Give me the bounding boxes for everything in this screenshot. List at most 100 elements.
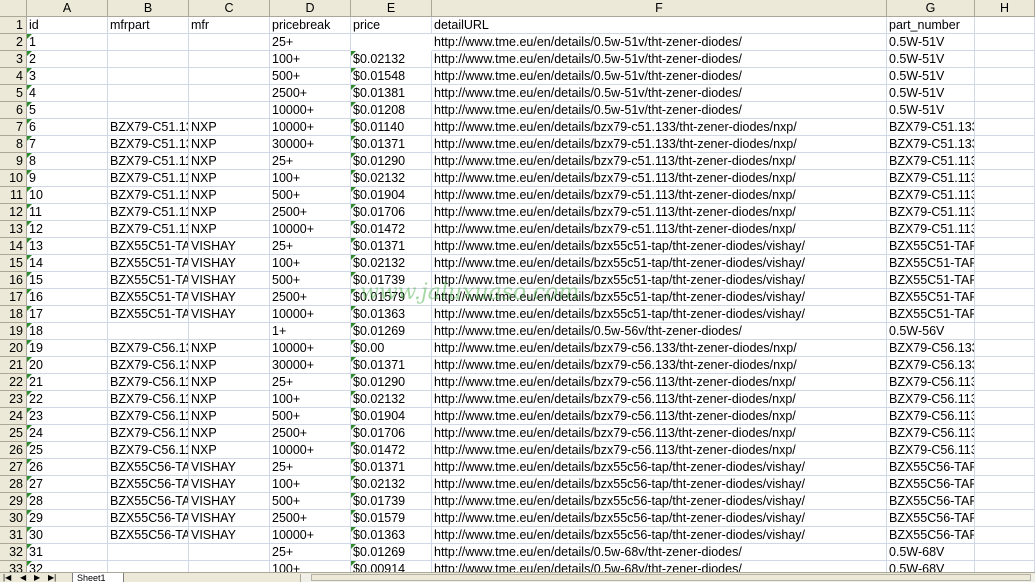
cell-id[interactable]: 18 [27,323,108,340]
cell-id[interactable]: 5 [27,102,108,119]
cell-url[interactable]: http://www.tme.eu/en/details/bzx79-c51.1… [432,119,887,136]
row-header[interactable]: 20 [0,340,27,357]
cell-url[interactable]: http://www.tme.eu/en/details/bzx55c51-ta… [432,255,887,272]
cell-pricebreak[interactable]: 100+ [270,391,351,408]
cell-part[interactable]: BZX79-C51.113 [887,153,975,170]
column-header-h[interactable]: H [975,0,1035,17]
row-header[interactable]: 4 [0,68,27,85]
cell-id[interactable]: 12 [27,221,108,238]
cell-mfr[interactable]: VISHAY [189,289,270,306]
cell-url[interactable]: http://www.tme.eu/en/details/0.5w-51v/th… [432,85,887,102]
cell-part[interactable]: BZX79-C56.113 [887,442,975,459]
cell-part[interactable]: BZX55C56-TAP [887,459,975,476]
cell-pricebreak[interactable]: 2500+ [270,289,351,306]
cell-empty[interactable] [975,391,1035,408]
cell-pricebreak[interactable]: 500+ [270,187,351,204]
cell-pricebreak[interactable]: 1+ [270,323,351,340]
cell-part[interactable]: BZX79-C51.113 [887,204,975,221]
cell-mfrpart[interactable]: BZX79-C56.13 [108,340,189,357]
cell-url[interactable]: http://www.tme.eu/en/details/bzx79-c51.1… [432,170,887,187]
cell-header[interactable]: mfr [189,17,270,34]
cell-mfr[interactable]: VISHAY [189,238,270,255]
cell-empty[interactable] [975,510,1035,527]
cell-url[interactable]: http://www.tme.eu/en/details/bzx79-c51.1… [432,221,887,238]
select-all-corner[interactable] [0,0,27,17]
cell-part[interactable]: 0.5W-51V [887,68,975,85]
column-header-d[interactable]: D [270,0,351,17]
column-header-e[interactable]: E [351,0,432,17]
cell-url[interactable]: http://www.tme.eu/en/details/bzx55c56-ta… [432,493,887,510]
cell-pricebreak[interactable]: 100+ [270,51,351,68]
cell-mfrpart[interactable]: BZX79-C51.13 [108,119,189,136]
cell-url[interactable]: http://www.tme.eu/en/details/0.5w-51v/th… [432,34,887,51]
cell-id[interactable]: 13 [27,238,108,255]
cell-mfr[interactable]: NXP [189,187,270,204]
cell-url[interactable]: http://www.tme.eu/en/details/bzx79-c56.1… [432,340,887,357]
cell-mfrpart[interactable]: BZX55C51-TA [108,255,189,272]
cell-part[interactable]: BZX79-C51.113 [887,170,975,187]
cell-id[interactable]: 19 [27,340,108,357]
cell-empty[interactable] [975,187,1035,204]
cell-mfr[interactable]: VISHAY [189,510,270,527]
row-header[interactable]: 30 [0,510,27,527]
row-header[interactable]: 29 [0,493,27,510]
row-header[interactable]: 13 [0,221,27,238]
cell-header[interactable]: detailURL [432,17,887,34]
cell-mfrpart[interactable]: BZX79-C51.13 [108,136,189,153]
cell-id[interactable]: 28 [27,493,108,510]
cell-id[interactable]: 1 [27,34,108,51]
row-header[interactable]: 2 [0,34,27,51]
cell-mfr[interactable]: VISHAY [189,306,270,323]
cell-empty[interactable] [975,442,1035,459]
cell-url[interactable]: http://www.tme.eu/en/details/0.5w-56v/th… [432,323,887,340]
cell-pricebreak[interactable]: 100+ [270,255,351,272]
column-header-b[interactable]: B [108,0,189,17]
row-header[interactable]: 21 [0,357,27,374]
row-header[interactable]: 14 [0,238,27,255]
cell-url[interactable]: http://www.tme.eu/en/details/bzx79-c56.1… [432,442,887,459]
cell-mfrpart[interactable] [108,561,189,572]
cell-mfr[interactable] [189,51,270,68]
cell-mfrpart[interactable]: BZX79-C56.11 [108,374,189,391]
row-header[interactable]: 16 [0,272,27,289]
cell-part[interactable]: BZX79-C56.133 [887,357,975,374]
cell-pricebreak[interactable]: 2500+ [270,204,351,221]
cell-id[interactable]: 3 [27,68,108,85]
cell-url[interactable]: http://www.tme.eu/en/details/bzx79-c51.1… [432,136,887,153]
cell-part[interactable]: BZX79-C51.113 [887,221,975,238]
cell-mfr[interactable]: NXP [189,357,270,374]
cell-empty[interactable] [975,544,1035,561]
cell-header[interactable]: id [27,17,108,34]
cell-mfrpart[interactable]: BZX55C56-TA [108,493,189,510]
cell-url[interactable]: http://www.tme.eu/en/details/bzx79-c56.1… [432,408,887,425]
cell-part[interactable]: 0.5W-68V [887,561,975,572]
cell-mfrpart[interactable]: BZX79-C56.11 [108,442,189,459]
cell-pricebreak[interactable]: 10000+ [270,527,351,544]
column-header-g[interactable]: G [887,0,975,17]
cell-mfrpart[interactable]: BZX55C56-TA [108,527,189,544]
cell-part[interactable]: BZX79-C51.133 [887,119,975,136]
cell-pricebreak[interactable]: 10000+ [270,119,351,136]
row-header[interactable]: 8 [0,136,27,153]
cell-id[interactable]: 26 [27,459,108,476]
cell-mfr[interactable] [189,102,270,119]
cell-part[interactable]: BZX55C51-TAP [887,255,975,272]
cell-pricebreak[interactable]: 10000+ [270,442,351,459]
cell-url[interactable]: http://www.tme.eu/en/details/0.5w-51v/th… [432,68,887,85]
row-header[interactable]: 22 [0,374,27,391]
cell-header[interactable] [975,17,1035,34]
cell-empty[interactable] [975,493,1035,510]
row-header[interactable]: 31 [0,527,27,544]
cell-id[interactable]: 31 [27,544,108,561]
cell-empty[interactable] [975,34,1035,51]
row-header[interactable]: 24 [0,408,27,425]
cell-id[interactable]: 21 [27,374,108,391]
cell-mfrpart[interactable]: BZX79-C51.11 [108,221,189,238]
cell-header[interactable]: mfrpart [108,17,189,34]
cell-mfr[interactable] [189,561,270,572]
cell-id[interactable]: 17 [27,306,108,323]
cell-id[interactable]: 9 [27,170,108,187]
cell-url[interactable]: http://www.tme.eu/en/details/bzx55c56-ta… [432,510,887,527]
cell-part[interactable]: 0.5W-68V [887,544,975,561]
cell-mfrpart[interactable] [108,102,189,119]
